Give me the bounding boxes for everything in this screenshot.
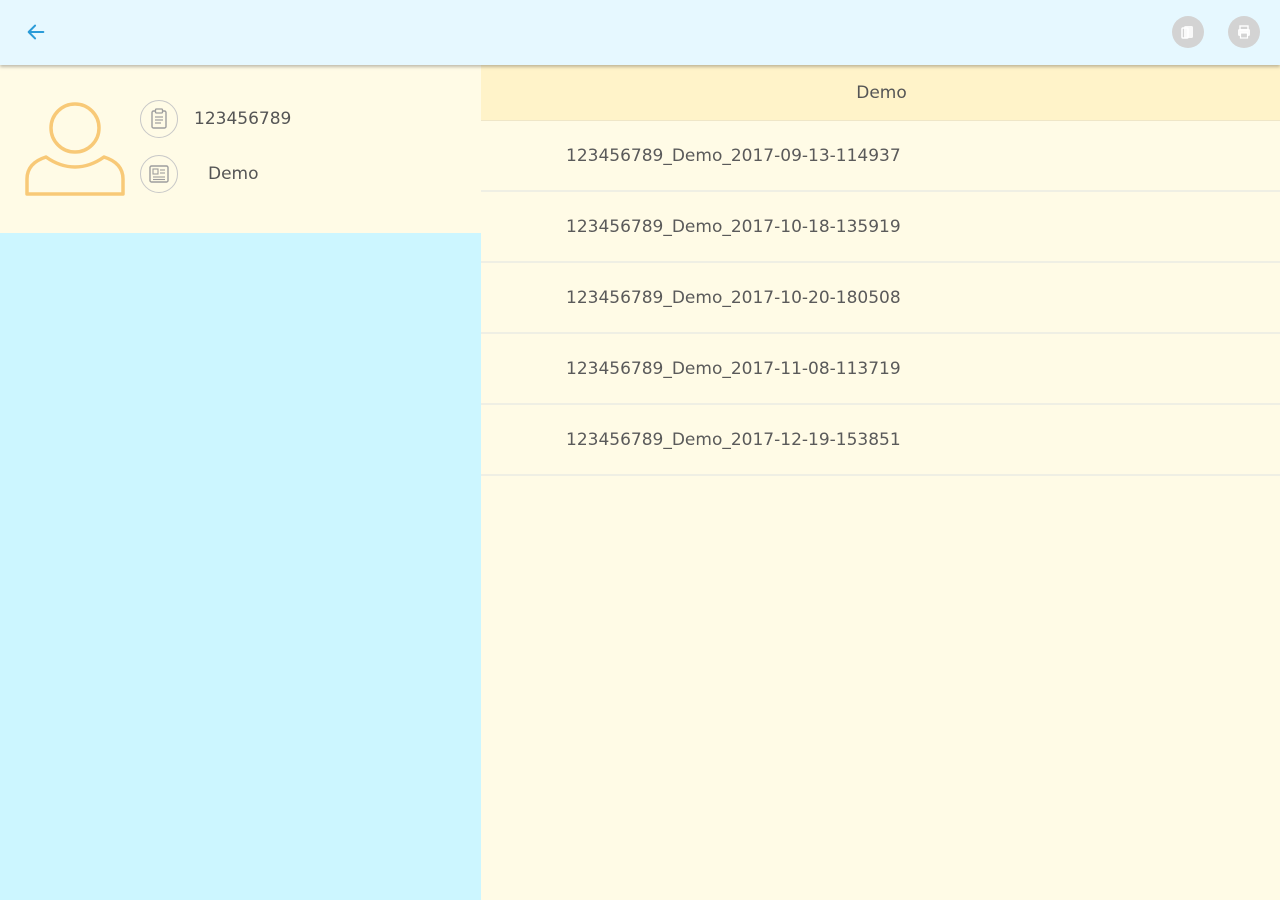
records-header-title: Demo (856, 82, 907, 103)
arrow-left-icon (27, 24, 45, 40)
id-card-icon (140, 155, 178, 193)
list-item[interactable]: 123456789_Demo_2017-09-13-114937 (481, 121, 1280, 192)
list-item[interactable]: 123456789_Demo_2017-11-08-113719 (481, 334, 1280, 405)
list-item[interactable]: 123456789_Demo_2017-12-19-153851 (481, 405, 1280, 476)
records-list-header: Demo (481, 65, 1280, 121)
clipboard-icon (140, 100, 178, 138)
records-pane: Demo 123456789_Demo_2017-09-13-114937 12… (481, 65, 1280, 900)
top-app-bar (0, 0, 1280, 65)
print-button[interactable] (1228, 16, 1260, 48)
patient-info-pane: 123456789 Demo (0, 65, 481, 900)
patient-id-value: 123456789 (194, 109, 292, 129)
profile-card: 123456789 Demo (0, 65, 481, 233)
print-icon (1238, 25, 1250, 39)
records-list: 123456789_Demo_2017-09-13-114937 1234567… (481, 121, 1280, 476)
patient-id-row: 123456789 (140, 98, 291, 140)
patient-name-row: Demo (140, 153, 259, 195)
user-avatar-icon (25, 102, 125, 196)
back-button[interactable] (20, 16, 52, 48)
copy-document-icon (1181, 26, 1193, 39)
copy-button[interactable] (1172, 16, 1204, 48)
list-item[interactable]: 123456789_Demo_2017-10-18-135919 (481, 192, 1280, 263)
list-item[interactable]: 123456789_Demo_2017-10-20-180508 (481, 263, 1280, 334)
patient-name-value: Demo (208, 164, 259, 184)
